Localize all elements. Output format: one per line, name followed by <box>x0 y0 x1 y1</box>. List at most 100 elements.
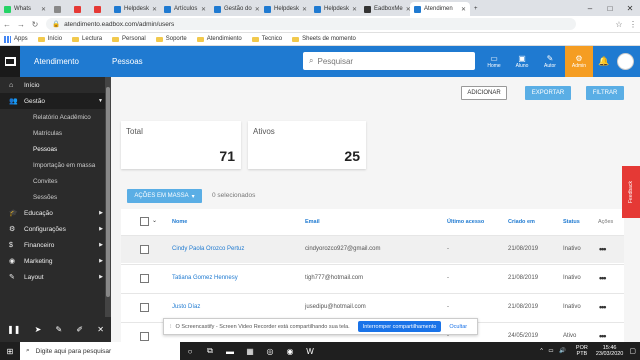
bookmark-item[interactable]: Personal <box>112 36 146 42</box>
row-checkbox[interactable] <box>140 332 149 341</box>
spotify-icon[interactable]: ◎ <box>260 347 280 356</box>
back-icon[interactable]: ← <box>0 20 14 29</box>
sidebar-sub-sessoes[interactable]: Sessões <box>0 189 111 205</box>
close-icon[interactable]: ✕ <box>620 4 640 13</box>
browser-tab[interactable] <box>70 2 90 16</box>
header-status[interactable]: Status <box>563 219 580 225</box>
browser-tab[interactable]: Atendimen ✕ <box>410 2 470 16</box>
sidebar-item-marketing[interactable]: ◉ Marketing ▶ <box>0 253 111 269</box>
select-all-checkbox[interactable] <box>140 217 149 226</box>
cortana-icon[interactable]: ○ <box>180 347 200 356</box>
more-options-icon[interactable]: ••• <box>599 331 607 341</box>
browser-tab[interactable] <box>90 2 110 16</box>
browser-tab[interactable]: Helpdesk ✕ <box>260 2 310 16</box>
clock[interactable]: 15:46 23/03/2020 <box>596 345 624 357</box>
admin-link[interactable]: ⚙ Admin <box>565 46 593 77</box>
new-tab-icon[interactable]: + <box>470 2 486 16</box>
tab-close-icon[interactable]: ✕ <box>149 6 157 13</box>
file-explorer-icon[interactable]: ▬ <box>220 347 240 356</box>
more-options-icon[interactable]: ••• <box>599 302 607 312</box>
feedback-tab[interactable]: Feedback <box>622 166 640 218</box>
add-button[interactable]: ADICIONAR <box>461 86 507 100</box>
star-icon[interactable]: ☆ <box>612 20 626 29</box>
bookmark-item[interactable]: Apps <box>4 35 28 43</box>
taskbar-search[interactable]: ⌕ Digite aqui para pesquisar <box>20 342 180 360</box>
sidebar-item-inicio[interactable]: ⌂ Início <box>0 77 111 93</box>
table-row[interactable]: Tatiana Gomez Hennesy tigh777@hotmail.com… <box>121 264 624 292</box>
notifications-icon[interactable]: ▢ <box>629 347 636 355</box>
sidebar-item-configuracoes[interactable]: ⚙ Configurações ▶ <box>0 221 111 237</box>
store-icon[interactable]: ▦ <box>240 347 260 356</box>
autor-link[interactable]: ✎ Autor <box>537 46 563 77</box>
aluno-link[interactable]: ▣ Aluno <box>509 46 535 77</box>
task-view-icon[interactable]: ⧉ <box>200 346 220 356</box>
reload-icon[interactable]: ↻ <box>28 20 42 29</box>
header-email[interactable]: Email <box>305 219 320 225</box>
more-options-icon[interactable]: ••• <box>599 244 607 254</box>
tab-close-icon[interactable]: ✕ <box>252 6 260 13</box>
sidebar-sub-convites[interactable]: Convites <box>0 173 111 189</box>
sidebar-sub-importacao[interactable]: Importação em massa <box>0 157 111 173</box>
bookmark-item[interactable]: Início <box>37 36 62 42</box>
close-icon[interactable]: ✕ <box>97 325 104 334</box>
pen-icon[interactable]: ✎ <box>56 325 63 334</box>
tab-close-icon[interactable]: ✕ <box>299 6 307 13</box>
export-button[interactable]: EXPORTAR <box>525 86 571 100</box>
bookmark-item[interactable]: Atendimiento <box>196 36 242 42</box>
bulk-actions-button[interactable]: AÇÕES EM MASSA ▾ <box>127 189 202 203</box>
search-input[interactable]: ⌕ Pesquisar <box>303 52 475 70</box>
browser-tab[interactable]: Gestão do ✕ <box>210 2 260 16</box>
sidebar-item-layout[interactable]: ✎ Layout ▶ <box>0 269 111 285</box>
bookmark-item[interactable]: Soporte <box>155 36 187 42</box>
tray-icons[interactable]: ^ ▭ 🔊 <box>540 348 568 354</box>
row-checkbox[interactable] <box>140 274 149 283</box>
table-row[interactable]: Justo Díaz jusedipu@hotmail.com - 21/08/201… <box>121 293 624 321</box>
tab-close-icon[interactable]: ✕ <box>198 6 206 13</box>
pause-icon[interactable]: ❚❚ <box>7 325 20 334</box>
sidebar-item-gestao[interactable]: 👥 Gestão ▼ <box>0 93 111 109</box>
filter-button[interactable]: FILTRAR <box>586 86 624 100</box>
language-indicator[interactable]: POR PTB <box>576 345 588 357</box>
table-row[interactable]: Cindy Paola Orozco Pertuz cindyorozco927@… <box>121 235 624 263</box>
browser-tab[interactable]: Artículos ✕ <box>160 2 210 16</box>
maximize-icon[interactable]: □ <box>600 4 620 13</box>
header-ultimo-acesso[interactable]: Último acesso <box>447 219 484 225</box>
home-link[interactable]: ▭ Home <box>481 46 507 77</box>
windows-start-icon[interactable]: ⊞ <box>0 347 20 356</box>
cursor-icon[interactable]: ➤ <box>35 325 42 334</box>
tab-close-icon[interactable]: ✕ <box>403 6 410 13</box>
minimize-icon[interactable]: – <box>580 4 600 13</box>
hide-link[interactable]: Ocultar <box>449 324 467 330</box>
chrome-icon[interactable]: ◉ <box>280 347 300 356</box>
drag-handle-icon[interactable]: ⁞ <box>170 324 172 330</box>
bookmark-item[interactable]: Lectura <box>72 36 102 42</box>
bookmark-item[interactable]: Sheets de momento <box>292 36 356 42</box>
header-nome[interactable]: Nome <box>172 219 187 225</box>
chevron-down-icon[interactable]: ⌄ <box>152 217 157 224</box>
tab-close-icon[interactable]: ✕ <box>349 6 357 13</box>
row-checkbox[interactable] <box>140 303 149 312</box>
more-options-icon[interactable]: ••• <box>599 273 607 283</box>
stop-sharing-button[interactable]: Interromper compartilhamento <box>357 321 442 332</box>
word-icon[interactable]: W <box>300 347 320 356</box>
logo-icon[interactable] <box>0 46 20 77</box>
tab-close-icon[interactable]: ✕ <box>38 6 46 13</box>
sidebar-sub-pessoas[interactable]: Pessoas <box>0 141 111 157</box>
browser-tab[interactable] <box>50 2 70 16</box>
sidebar-sub-matriculas[interactable]: Matrículas <box>0 125 111 141</box>
user-name-link[interactable]: Tatiana Gomez Hennesy <box>172 275 238 281</box>
bookmark-item[interactable]: Tecnico <box>251 36 282 42</box>
avatar[interactable] <box>617 53 634 70</box>
header-criado-em[interactable]: Criado em <box>508 219 535 225</box>
browser-tab[interactable]: EadboxMe ✕ <box>360 2 410 16</box>
sidebar-item-educacao[interactable]: 🎓 Educação ▶ <box>0 205 111 221</box>
user-name-link[interactable]: Justo Díaz <box>172 304 200 310</box>
browser-tab[interactable]: Helpdesk ✕ <box>110 2 160 16</box>
browser-tab[interactable]: Helpdesk ✕ <box>310 2 360 16</box>
row-checkbox[interactable] <box>140 245 149 254</box>
browser-tab[interactable]: Whats ✕ <box>0 2 50 16</box>
user-name-link[interactable]: Cindy Paola Orozco Pertuz <box>172 246 244 252</box>
sidebar-sub-relatorio[interactable]: Relatório Acadêmico <box>0 109 111 125</box>
tab-close-icon[interactable]: ✕ <box>458 6 466 13</box>
url-input[interactable]: 🔒 atendimento.eadbox.com/admin/users <box>46 18 576 30</box>
